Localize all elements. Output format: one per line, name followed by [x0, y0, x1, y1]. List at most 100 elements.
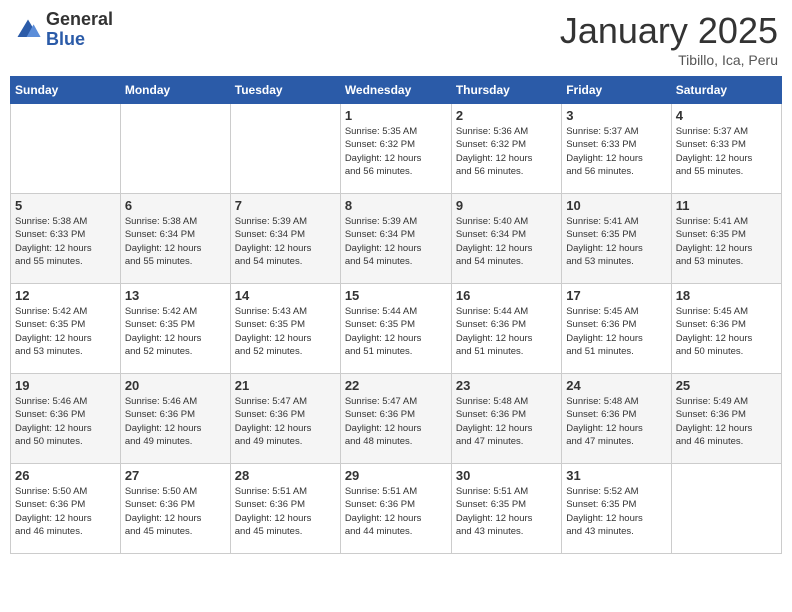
calendar-cell: 30 Sunrise: 5:51 AM Sunset: 6:35 PM Dayli… — [451, 464, 561, 554]
day-info: Sunrise: 5:41 AM Sunset: 6:35 PM Dayligh… — [676, 215, 777, 268]
calendar-cell: 1Sunrise: 5:35 AM Sunset: 6:32 PM Daylig… — [340, 104, 451, 194]
day-info: Sunrise: 5:48 AM Sunset: 6:36 PM Dayligh… — [456, 395, 557, 448]
calendar-cell — [671, 464, 781, 554]
page-header: General Blue January 2025 Tibillo, Ica, … — [10, 10, 782, 68]
day-number: 31 — [566, 468, 666, 483]
calendar-body: 1Sunrise: 5:35 AM Sunset: 6:32 PM Daylig… — [11, 104, 782, 554]
day-info: Sunrise: 5:50 AM Sunset: 6:36 PM Dayligh… — [15, 485, 116, 538]
calendar-cell: 12 Sunrise: 5:42 AM Sunset: 6:35 PM Dayli… — [11, 284, 121, 374]
title-block: January 2025 Tibillo, Ica, Peru — [560, 10, 778, 68]
calendar-cell: 14 Sunrise: 5:43 AM Sunset: 6:35 PM Dayli… — [230, 284, 340, 374]
calendar-title: January 2025 — [560, 10, 778, 52]
calendar-cell: 16 Sunrise: 5:44 AM Sunset: 6:36 PM Dayli… — [451, 284, 561, 374]
calendar-cell: 8Sunrise: 5:39 AM Sunset: 6:34 PM Daylig… — [340, 194, 451, 284]
day-info: Sunrise: 5:38 AM Sunset: 6:34 PM Dayligh… — [125, 215, 226, 268]
logo-blue: Blue — [46, 30, 113, 50]
day-number: 2 — [456, 108, 557, 123]
day-info: Sunrise: 5:51 AM Sunset: 6:36 PM Dayligh… — [235, 485, 336, 538]
calendar-cell: 11 Sunrise: 5:41 AM Sunset: 6:35 PM Dayli… — [671, 194, 781, 284]
day-info: Sunrise: 5:48 AM Sunset: 6:36 PM Dayligh… — [566, 395, 666, 448]
logo-general: General — [46, 10, 113, 30]
calendar-cell: 31 Sunrise: 5:52 AM Sunset: 6:35 PM Dayli… — [562, 464, 671, 554]
day-info: Sunrise: 5:40 AM Sunset: 6:34 PM Dayligh… — [456, 215, 557, 268]
calendar-cell: 23 Sunrise: 5:48 AM Sunset: 6:36 PM Dayli… — [451, 374, 561, 464]
day-number: 23 — [456, 378, 557, 393]
calendar-table: SundayMondayTuesdayWednesdayThursdayFrid… — [10, 76, 782, 554]
header-cell-saturday: Saturday — [671, 77, 781, 104]
calendar-cell: 15Sunrise: 5:44 AM Sunset: 6:35 PM Dayli… — [340, 284, 451, 374]
day-number: 30 — [456, 468, 557, 483]
day-info: Sunrise: 5:39 AM Sunset: 6:34 PM Dayligh… — [235, 215, 336, 268]
day-number: 6 — [125, 198, 226, 213]
day-number: 9 — [456, 198, 557, 213]
calendar-cell: 26Sunrise: 5:50 AM Sunset: 6:36 PM Dayli… — [11, 464, 121, 554]
day-number: 22 — [345, 378, 447, 393]
header-cell-friday: Friday — [562, 77, 671, 104]
calendar-header: SundayMondayTuesdayWednesdayThursdayFrid… — [11, 77, 782, 104]
calendar-cell: 28 Sunrise: 5:51 AM Sunset: 6:36 PM Dayli… — [230, 464, 340, 554]
day-info: Sunrise: 5:47 AM Sunset: 6:36 PM Dayligh… — [345, 395, 447, 448]
calendar-cell: 22 Sunrise: 5:47 AM Sunset: 6:36 PM Dayli… — [340, 374, 451, 464]
calendar-cell: 29 Sunrise: 5:51 AM Sunset: 6:36 PM Dayli… — [340, 464, 451, 554]
day-number: 11 — [676, 198, 777, 213]
day-info: Sunrise: 5:44 AM Sunset: 6:36 PM Dayligh… — [456, 305, 557, 358]
calendar-cell: 7 Sunrise: 5:39 AM Sunset: 6:34 PM Daylig… — [230, 194, 340, 284]
day-info: Sunrise: 5:51 AM Sunset: 6:35 PM Dayligh… — [456, 485, 557, 538]
day-number: 29 — [345, 468, 447, 483]
header-cell-monday: Monday — [120, 77, 230, 104]
day-info: Sunrise: 5:45 AM Sunset: 6:36 PM Dayligh… — [566, 305, 666, 358]
week-row-2: 5Sunrise: 5:38 AM Sunset: 6:33 PM Daylig… — [11, 194, 782, 284]
day-number: 18 — [676, 288, 777, 303]
day-info: Sunrise: 5:49 AM Sunset: 6:36 PM Dayligh… — [676, 395, 777, 448]
calendar-cell — [120, 104, 230, 194]
day-info: Sunrise: 5:37 AM Sunset: 6:33 PM Dayligh… — [676, 125, 777, 178]
day-number: 21 — [235, 378, 336, 393]
day-number: 14 — [235, 288, 336, 303]
day-number: 24 — [566, 378, 666, 393]
day-number: 7 — [235, 198, 336, 213]
calendar-cell: 17Sunrise: 5:45 AM Sunset: 6:36 PM Dayli… — [562, 284, 671, 374]
day-number: 4 — [676, 108, 777, 123]
day-info: Sunrise: 5:36 AM Sunset: 6:32 PM Dayligh… — [456, 125, 557, 178]
day-number: 8 — [345, 198, 447, 213]
day-number: 13 — [125, 288, 226, 303]
day-number: 28 — [235, 468, 336, 483]
day-info: Sunrise: 5:52 AM Sunset: 6:35 PM Dayligh… — [566, 485, 666, 538]
day-number: 19 — [15, 378, 116, 393]
calendar-cell: 4 Sunrise: 5:37 AM Sunset: 6:33 PM Daylig… — [671, 104, 781, 194]
day-info: Sunrise: 5:46 AM Sunset: 6:36 PM Dayligh… — [125, 395, 226, 448]
day-info: Sunrise: 5:47 AM Sunset: 6:36 PM Dayligh… — [235, 395, 336, 448]
calendar-cell: 21 Sunrise: 5:47 AM Sunset: 6:36 PM Dayli… — [230, 374, 340, 464]
logo: General Blue — [14, 10, 113, 50]
day-number: 16 — [456, 288, 557, 303]
day-info: Sunrise: 5:38 AM Sunset: 6:33 PM Dayligh… — [15, 215, 116, 268]
calendar-cell: 6 Sunrise: 5:38 AM Sunset: 6:34 PM Daylig… — [120, 194, 230, 284]
header-cell-thursday: Thursday — [451, 77, 561, 104]
day-info: Sunrise: 5:45 AM Sunset: 6:36 PM Dayligh… — [676, 305, 777, 358]
header-cell-wednesday: Wednesday — [340, 77, 451, 104]
calendar-cell — [11, 104, 121, 194]
day-info: Sunrise: 5:42 AM Sunset: 6:35 PM Dayligh… — [125, 305, 226, 358]
header-cell-tuesday: Tuesday — [230, 77, 340, 104]
header-row: SundayMondayTuesdayWednesdayThursdayFrid… — [11, 77, 782, 104]
calendar-cell: 2 Sunrise: 5:36 AM Sunset: 6:32 PM Daylig… — [451, 104, 561, 194]
day-number: 1 — [345, 108, 447, 123]
day-info: Sunrise: 5:51 AM Sunset: 6:36 PM Dayligh… — [345, 485, 447, 538]
day-info: Sunrise: 5:46 AM Sunset: 6:36 PM Dayligh… — [15, 395, 116, 448]
calendar-cell: 24 Sunrise: 5:48 AM Sunset: 6:36 PM Dayli… — [562, 374, 671, 464]
week-row-3: 12 Sunrise: 5:42 AM Sunset: 6:35 PM Dayli… — [11, 284, 782, 374]
day-info: Sunrise: 5:43 AM Sunset: 6:35 PM Dayligh… — [235, 305, 336, 358]
calendar-cell: 5Sunrise: 5:38 AM Sunset: 6:33 PM Daylig… — [11, 194, 121, 284]
calendar-cell: 3Sunrise: 5:37 AM Sunset: 6:33 PM Daylig… — [562, 104, 671, 194]
calendar-cell: 19 Sunrise: 5:46 AM Sunset: 6:36 PM Dayli… — [11, 374, 121, 464]
calendar-cell: 13 Sunrise: 5:42 AM Sunset: 6:35 PM Dayli… — [120, 284, 230, 374]
day-info: Sunrise: 5:42 AM Sunset: 6:35 PM Dayligh… — [15, 305, 116, 358]
calendar-cell: 9 Sunrise: 5:40 AM Sunset: 6:34 PM Daylig… — [451, 194, 561, 284]
calendar-cell: 25Sunrise: 5:49 AM Sunset: 6:36 PM Dayli… — [671, 374, 781, 464]
day-number: 3 — [566, 108, 666, 123]
day-number: 15 — [345, 288, 447, 303]
day-number: 12 — [15, 288, 116, 303]
calendar-cell: 10Sunrise: 5:41 AM Sunset: 6:35 PM Dayli… — [562, 194, 671, 284]
logo-icon — [14, 16, 42, 44]
logo-text: General Blue — [46, 10, 113, 50]
